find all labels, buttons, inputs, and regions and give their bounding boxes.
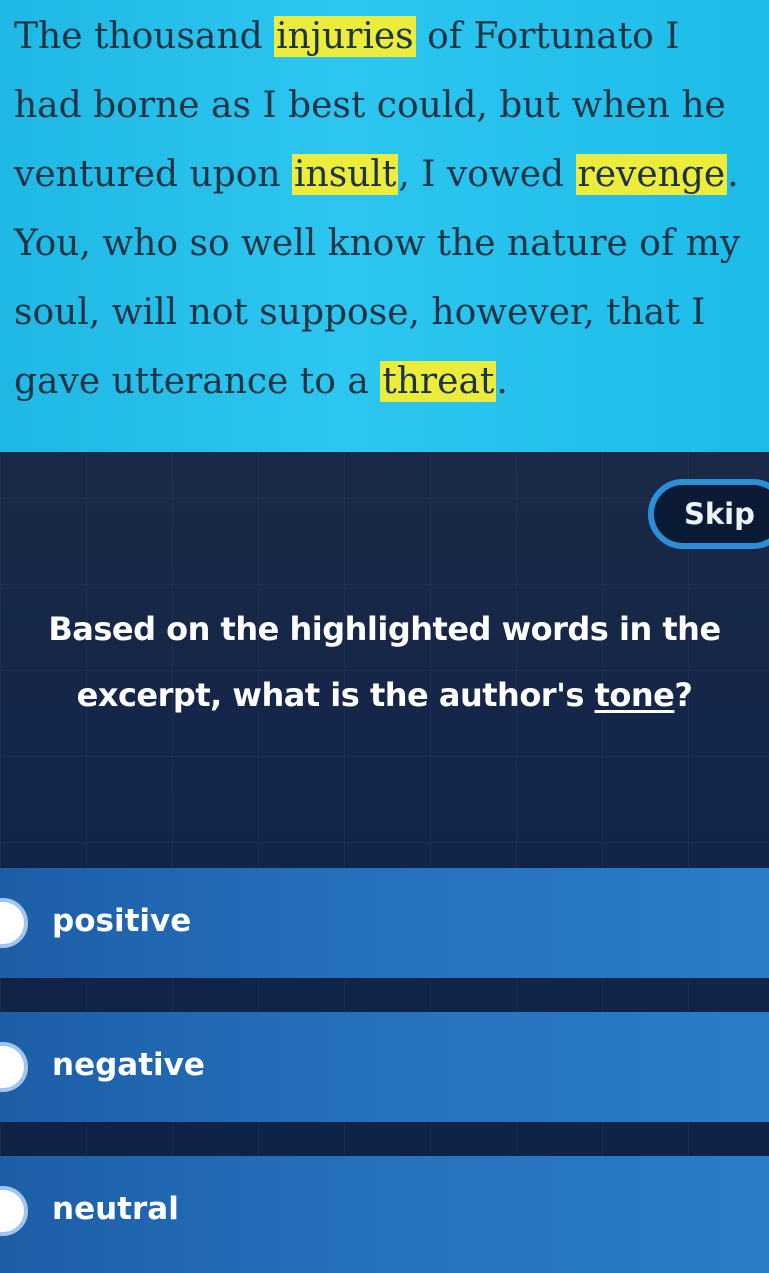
highlighted-word-injuries: injuries xyxy=(274,16,416,57)
answer-option-label: positive xyxy=(52,903,192,939)
highlighted-word-threat: threat xyxy=(380,361,497,402)
passage-segment: The thousand xyxy=(14,16,275,57)
answer-option-positive[interactable]: positive xyxy=(0,868,769,978)
question-text: Based on the highlighted words in the ex… xyxy=(0,596,769,728)
skip-button[interactable]: Skip xyxy=(648,479,769,549)
passage-panel: The thousand injuries of Fortunato I had… xyxy=(0,0,769,452)
answer-option-neutral[interactable]: neutral xyxy=(0,1156,769,1273)
radio-circle-icon[interactable] xyxy=(0,1186,28,1236)
highlighted-word-revenge: revenge xyxy=(575,154,728,195)
question-keyword-tone: tone xyxy=(594,676,675,714)
highlighted-word-insult: insult xyxy=(292,154,399,195)
radio-circle-icon[interactable] xyxy=(0,1042,28,1092)
passage-segment: . xyxy=(496,361,508,402)
question-suffix: ? xyxy=(674,676,693,714)
question-panel xyxy=(0,452,769,1273)
passage-text: The thousand injuries of Fortunato I had… xyxy=(14,2,755,416)
answer-option-negative[interactable]: negative xyxy=(0,1012,769,1122)
answer-option-label: neutral xyxy=(52,1191,179,1227)
quiz-screen: The thousand injuries of Fortunato I had… xyxy=(0,0,769,1273)
answer-option-label: negative xyxy=(52,1047,205,1083)
radio-circle-icon[interactable] xyxy=(0,898,28,948)
passage-segment: , I vowed xyxy=(398,154,576,195)
